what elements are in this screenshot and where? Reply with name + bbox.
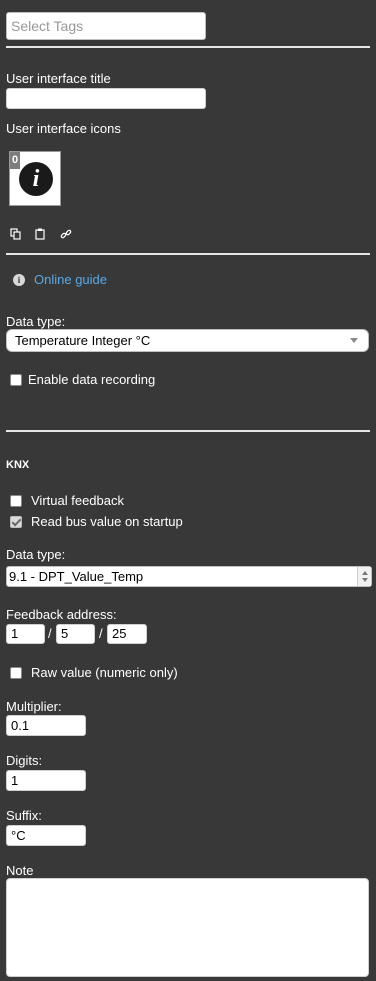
info-icon: i [19, 162, 53, 196]
dropdown-arrow-icon [350, 338, 358, 343]
multiplier-label: Multiplier: [6, 699, 62, 714]
read-bus-label: Read bus value on startup [31, 514, 183, 529]
data-type-select[interactable]: Temperature Integer °C [6, 329, 369, 352]
feedback-address-label: Feedback address: [6, 607, 117, 622]
ui-title-input[interactable] [6, 88, 206, 109]
feedback-address-main-value: 1 [11, 626, 19, 641]
select-tags-input[interactable]: Select Tags [6, 12, 206, 40]
note-label: Note [6, 863, 34, 878]
virtual-feedback-checkbox[interactable] [10, 495, 22, 507]
knx-data-type-select[interactable]: 9.1 - DPT_Value_Temp [6, 566, 372, 587]
multiplier-value: 0.1 [11, 718, 30, 733]
divider [6, 253, 370, 255]
online-guide-link[interactable]: Online guide [34, 272, 107, 287]
suffix-value: °C [11, 828, 26, 843]
feedback-address-middle[interactable]: 5 [56, 624, 95, 644]
note-textarea[interactable] [6, 878, 369, 977]
copy-icon[interactable] [10, 228, 22, 240]
knx-data-type-value: 9.1 - DPT_Value_Temp [9, 569, 144, 584]
suffix-label: Suffix: [6, 808, 42, 823]
virtual-feedback-label: Virtual feedback [31, 493, 124, 508]
divider [6, 46, 370, 48]
knx-data-type-label: Data type: [6, 547, 66, 562]
info-circle-icon: i [13, 274, 25, 286]
feedback-address-sub-value: 25 [112, 626, 127, 641]
data-type-value: Temperature Integer °C [15, 333, 151, 348]
feedback-address-middle-value: 5 [61, 626, 69, 641]
suffix-input[interactable]: °C [6, 825, 86, 846]
raw-value-label: Raw value (numeric only) [31, 665, 178, 680]
raw-value-checkbox[interactable] [10, 667, 22, 679]
down-arrow-icon [362, 578, 368, 582]
select-tags-placeholder: Select Tags [11, 18, 84, 34]
enable-recording-label: Enable data recording [28, 372, 156, 387]
up-arrow-icon [362, 571, 368, 575]
enable-recording-checkbox[interactable] [10, 374, 22, 386]
link-icon[interactable] [60, 228, 72, 240]
icon-slot[interactable]: 0 i [9, 151, 61, 206]
divider [6, 430, 370, 432]
data-type-label: Data type: [6, 314, 66, 329]
paste-icon[interactable] [34, 228, 46, 240]
stepper-icon [357, 567, 371, 586]
icon-slot-badge: 0 [10, 152, 20, 169]
multiplier-input[interactable]: 0.1 [6, 715, 86, 736]
ui-icons-label: User interface icons [6, 121, 121, 136]
digits-value: 1 [11, 773, 19, 788]
feedback-address-main[interactable]: 1 [6, 624, 45, 644]
knx-heading: KNX [6, 459, 30, 471]
address-separator: / [48, 626, 52, 641]
read-bus-checkbox[interactable] [10, 516, 22, 528]
digits-input[interactable]: 1 [6, 770, 86, 791]
digits-label: Digits: [6, 753, 43, 768]
feedback-address-sub[interactable]: 25 [107, 624, 147, 644]
address-separator: / [99, 626, 103, 641]
ui-title-label: User interface title [6, 71, 111, 86]
